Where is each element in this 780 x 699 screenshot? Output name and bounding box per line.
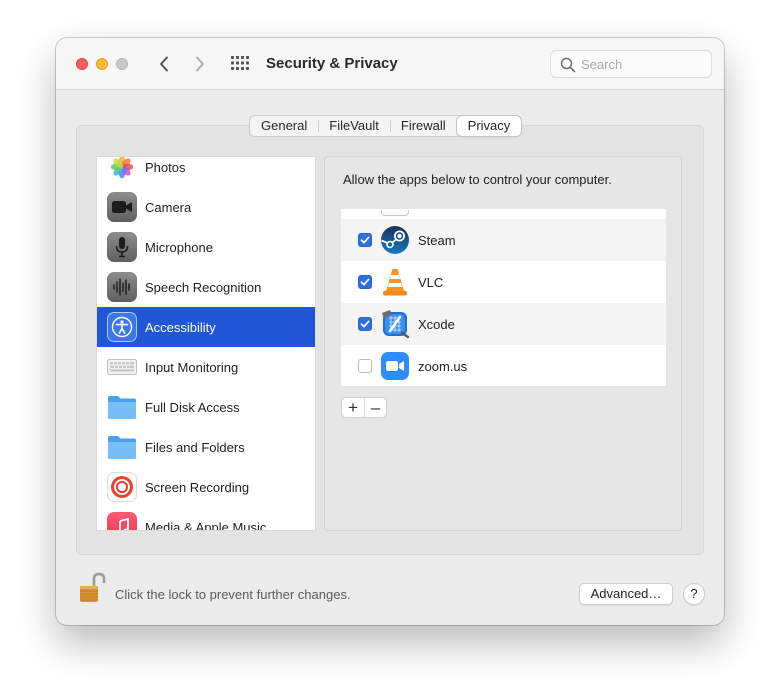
sidebar-item-full-disk-access[interactable]: Full Disk Access xyxy=(97,387,315,427)
list-item xyxy=(341,209,666,219)
app-row-xcode[interactable]: Xcode xyxy=(341,303,666,345)
search-icon xyxy=(560,57,576,73)
accessibility-icon xyxy=(107,312,137,342)
sidebar-item-label: Camera xyxy=(145,199,192,215)
zoom-window-button[interactable] xyxy=(116,58,128,70)
keyboard-icon xyxy=(107,352,137,382)
sidebar-item-microphone[interactable]: Microphone xyxy=(97,227,315,267)
advanced-button[interactable]: Advanced… xyxy=(579,583,673,605)
remove-app-button[interactable]: – xyxy=(364,398,386,417)
app-name: Xcode xyxy=(418,316,455,332)
sidebar-item-label: Screen Recording xyxy=(145,479,250,495)
chevron-right-icon xyxy=(196,56,204,72)
sidebar-item-label: Files and Folders xyxy=(145,439,245,455)
camera-icon xyxy=(107,192,137,222)
app-row-steam[interactable]: Steam xyxy=(341,219,666,261)
tab-firewall[interactable]: Firewall xyxy=(389,116,457,136)
sidebar-item-accessibility[interactable]: Accessibility xyxy=(97,307,315,347)
preferences-window: Security & Privacy General FileVault Fir… xyxy=(56,38,724,625)
sidebar-item-speech-recognition[interactable]: Speech Recognition xyxy=(97,267,315,307)
vlc-checkbox[interactable] xyxy=(358,275,372,289)
music-icon xyxy=(107,512,137,530)
app-name: VLC xyxy=(418,274,444,290)
partial-row-edge xyxy=(381,210,409,216)
accessibility-pane: Allow the apps below to control your com… xyxy=(324,156,682,531)
app-list[interactable]: Steam VLC Xcode zoom.us xyxy=(341,209,666,386)
unlocked-padlock-icon xyxy=(80,572,106,602)
lock-message: Click the lock to prevent further change… xyxy=(115,587,351,602)
title-bar: Security & Privacy xyxy=(56,38,724,90)
photos-icon xyxy=(107,157,137,182)
app-row-vlc[interactable]: VLC xyxy=(341,261,666,303)
sidebar-item-label: Full Disk Access xyxy=(145,399,240,415)
chevron-left-icon xyxy=(160,56,168,72)
tab-filevault[interactable]: FileVault xyxy=(318,116,390,136)
grid-icon xyxy=(231,56,249,70)
sidebar-item-label: Speech Recognition xyxy=(145,279,262,295)
checkmark-icon xyxy=(360,320,370,328)
folder-icon xyxy=(107,432,137,462)
sidebar-item-photos[interactable]: Photos xyxy=(97,157,315,187)
pane-description: Allow the apps below to control your com… xyxy=(343,172,612,187)
checkmark-icon xyxy=(360,278,370,286)
steam-icon xyxy=(380,225,410,255)
folder-icon xyxy=(107,392,137,422)
sidebar-item-label: Microphone xyxy=(145,239,213,255)
sidebar-item-label: Input Monitoring xyxy=(145,359,239,375)
app-name: zoom.us xyxy=(418,358,468,374)
forward-button[interactable] xyxy=(189,53,211,75)
vlc-icon xyxy=(380,267,410,297)
screen-recording-icon xyxy=(107,472,137,502)
privacy-category-list[interactable]: Photos Camera Microphone Speech Recognit… xyxy=(96,156,316,531)
zoom-icon xyxy=(380,351,410,381)
help-button[interactable]: ? xyxy=(683,583,705,605)
search-field[interactable] xyxy=(550,50,712,78)
tab-privacy[interactable]: Privacy xyxy=(456,116,522,136)
close-window-button[interactable] xyxy=(76,58,88,70)
sidebar-item-label: Photos xyxy=(145,159,186,175)
tab-bar: General FileVault Firewall Privacy xyxy=(249,115,523,137)
sidebar-item-camera[interactable]: Camera xyxy=(97,187,315,227)
tab-general[interactable]: General xyxy=(250,116,318,136)
lock-button[interactable] xyxy=(76,572,108,604)
xcode-icon xyxy=(380,309,410,339)
xcode-checkbox[interactable] xyxy=(358,317,372,331)
sidebar-item-label: Media & Apple Music xyxy=(145,519,267,531)
sidebar-item-label: Accessibility xyxy=(145,319,216,335)
window-title: Security & Privacy xyxy=(266,55,398,72)
add-app-button[interactable]: + xyxy=(342,398,364,417)
app-row-zoom[interactable]: zoom.us xyxy=(341,345,666,386)
microphone-icon xyxy=(107,232,137,262)
add-remove-control: + – xyxy=(341,397,387,418)
app-name: Steam xyxy=(418,232,456,248)
sidebar-item-screen-recording[interactable]: Screen Recording xyxy=(97,467,315,507)
waveform-icon xyxy=(107,272,137,302)
checkmark-icon xyxy=(360,236,370,244)
steam-checkbox[interactable] xyxy=(358,233,372,247)
sidebar-item-input-monitoring[interactable]: Input Monitoring xyxy=(97,347,315,387)
sidebar-item-files-and-folders[interactable]: Files and Folders xyxy=(97,427,315,467)
sidebar-item-media-apple-music[interactable]: Media & Apple Music xyxy=(97,507,315,531)
show-all-button[interactable] xyxy=(230,55,250,73)
search-input[interactable] xyxy=(581,56,701,73)
minimize-window-button[interactable] xyxy=(96,58,108,70)
back-button[interactable] xyxy=(153,53,175,75)
zoom-checkbox[interactable] xyxy=(358,359,372,373)
